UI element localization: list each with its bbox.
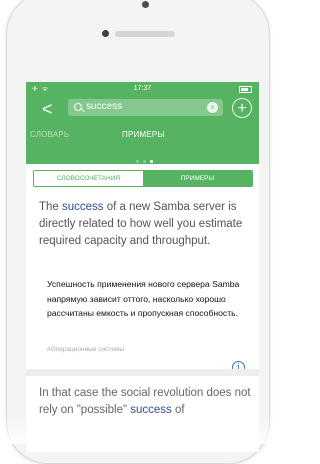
tab-dictionary[interactable]: СЛОВАРЬ xyxy=(30,130,69,139)
segment-examples[interactable]: ПРИМЕРЫ xyxy=(143,171,252,186)
divider xyxy=(26,369,259,376)
example-russian: Успешность применения нового сервера Sam… xyxy=(47,279,240,318)
page-dot xyxy=(143,160,146,163)
status-bar: ✈ ᯤ 17:37 xyxy=(26,82,259,96)
front-camera-icon xyxy=(102,30,109,37)
battery-icon xyxy=(239,86,252,93)
example-english: The success of a new Samba server is dir… xyxy=(39,199,249,250)
page-dot xyxy=(136,160,139,163)
segmented-control: СЛОВОСОЧЕТАНИЯ ПРИМЕРЫ xyxy=(33,170,253,187)
example-english-text: The xyxy=(39,201,63,213)
speaker-grille xyxy=(115,31,175,37)
add-button[interactable]: + xyxy=(232,98,252,118)
search-input[interactable]: success xyxy=(86,101,122,112)
page-dot-active xyxy=(150,160,153,163)
segment-collocations[interactable]: СЛОВОСОЧЕТАНИЯ xyxy=(34,171,143,186)
page-indicator xyxy=(134,150,155,163)
app-screen: ✈ ᯤ 17:37 < success × + СЛОВАРЬ ПРИМЕРЫ … xyxy=(26,82,259,452)
example-source: #Операционные системы xyxy=(47,346,125,353)
search-icon xyxy=(74,103,82,111)
app-header: ✈ ᯤ 17:37 < success × + СЛОВАРЬ ПРИМЕРЫ xyxy=(26,82,259,164)
status-time: 17:37 xyxy=(133,85,152,92)
camera-icon xyxy=(142,1,149,8)
clear-icon[interactable]: × xyxy=(207,102,218,113)
search-field[interactable]: success × xyxy=(68,99,223,116)
tab-examples[interactable]: ПРИМЕРЫ xyxy=(122,130,165,139)
highlight-word[interactable]: success xyxy=(62,201,104,213)
back-button[interactable]: < xyxy=(42,100,53,118)
bottom-fade xyxy=(0,414,276,444)
